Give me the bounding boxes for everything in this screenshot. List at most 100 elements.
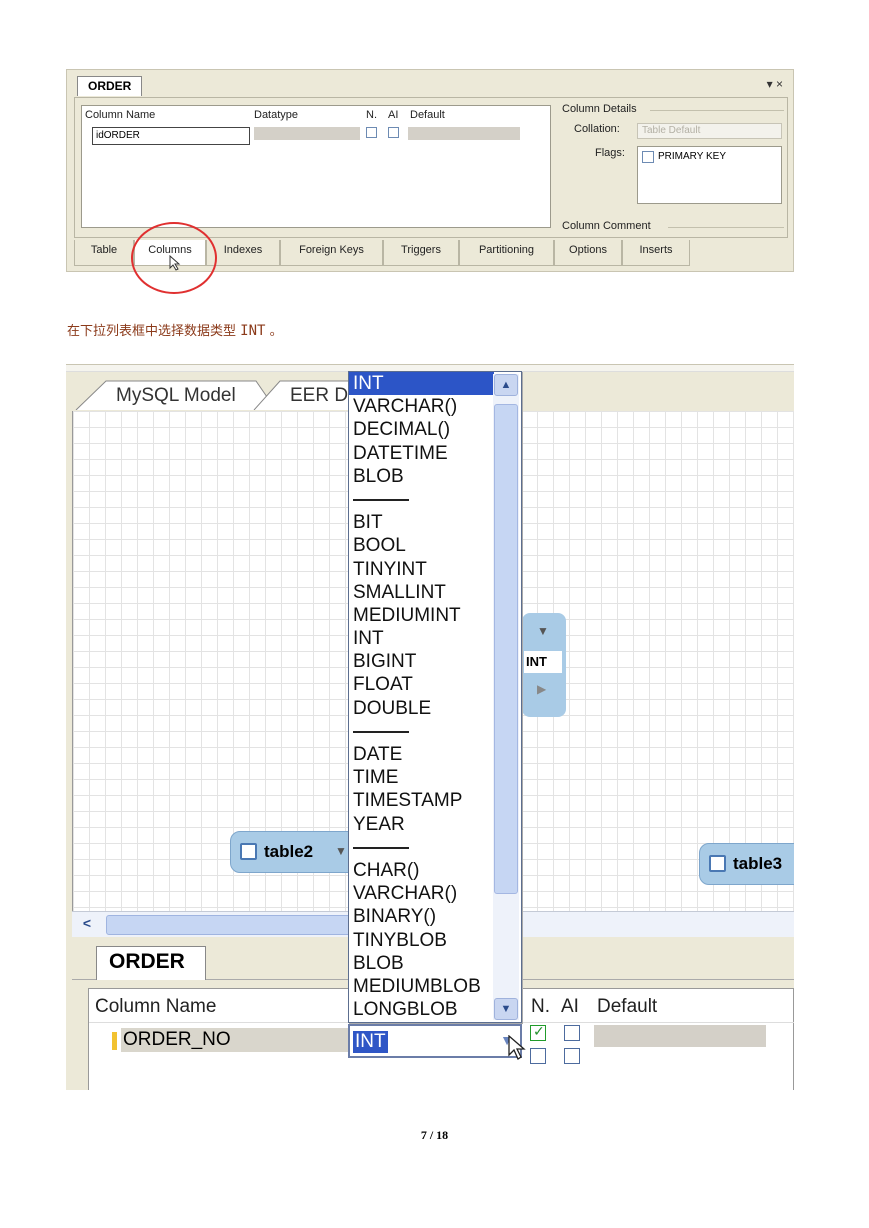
columns-grid: Column Name Datatype N. AI Default idORD… — [81, 105, 551, 228]
dropdown-option[interactable]: DATETIME — [349, 442, 494, 465]
scroll-down-icon[interactable]: ▼ — [494, 998, 518, 1020]
dropdown-option[interactable]: MEDIUMBLOB — [349, 975, 494, 998]
column-name-input[interactable]: idORDER — [92, 127, 250, 145]
datatype-cell[interactable] — [254, 127, 360, 140]
datatype-combobox[interactable]: INT ▼ — [348, 1024, 522, 1058]
table-icon — [240, 843, 257, 860]
header-column-name: Column Name — [95, 996, 217, 1017]
tab-triggers[interactable]: Triggers — [383, 240, 459, 266]
dropdown-option[interactable]: DOUBLE — [349, 697, 494, 720]
caption: 在下拉列表框中选择数据类型 INT 。 — [67, 320, 283, 339]
triangle-right-icon: ▶ — [537, 682, 547, 696]
collation-label: Collation: — [574, 123, 620, 135]
caption-code: INT — [240, 323, 266, 339]
dropdown-option[interactable]: BLOB — [349, 952, 494, 975]
tab-indexes[interactable]: Indexes — [206, 240, 280, 266]
dropdown-option[interactable]: TIMESTAMP — [349, 789, 494, 812]
ai-checkbox-row2[interactable] — [564, 1048, 580, 1064]
table-icon — [709, 855, 726, 872]
dropdown-separator — [349, 488, 494, 511]
window-controls[interactable]: ▾ × — [767, 77, 783, 91]
tab-foreign-keys[interactable]: Foreign Keys — [280, 240, 383, 266]
divider — [668, 227, 784, 228]
dropdown-option[interactable]: FLOAT — [349, 673, 494, 696]
mouse-cursor-icon — [508, 1035, 526, 1060]
dropdown-option[interactable]: BIGINT — [349, 650, 494, 673]
primary-key-checkbox[interactable] — [642, 151, 654, 163]
nn-checkbox-row2[interactable] — [530, 1048, 546, 1064]
caption-suffix: 。 — [265, 324, 283, 339]
editor-tab-order[interactable]: ORDER — [96, 946, 206, 980]
header-ai: AI — [561, 996, 579, 1017]
divider — [650, 110, 784, 111]
screenshot-datatype-dropdown: MySQL Model EER D ▼ INT ▶ table2 ▼ table… — [66, 364, 794, 1090]
tab-inserts[interactable]: Inserts — [622, 240, 690, 266]
page-number: 7 / 18 — [420, 1128, 449, 1142]
triangle-down-icon: ▼ — [335, 844, 347, 858]
triangle-down-icon: ▼ — [537, 624, 549, 638]
dropdown-option[interactable]: SMALLINT — [349, 581, 494, 604]
header-default: Default — [410, 109, 445, 121]
datatype-value[interactable]: INT — [353, 1031, 388, 1053]
entity-name: table2 — [264, 842, 314, 861]
nn-checkbox[interactable] — [366, 127, 377, 138]
dropdown-option[interactable]: TIME — [349, 766, 494, 789]
header-nn: N. — [366, 109, 377, 121]
dropdown-option[interactable]: YEAR — [349, 813, 494, 836]
dropdown-separator — [349, 836, 494, 859]
editor-tab-order[interactable]: ORDER — [77, 76, 143, 96]
default-cell[interactable] — [594, 1025, 766, 1047]
tab-options[interactable]: Options — [554, 240, 622, 266]
dropdown-option[interactable]: BIT — [349, 511, 494, 534]
tab-eer-diagram[interactable]: EER D — [290, 385, 348, 407]
dropdown-option[interactable]: DATE — [349, 743, 494, 766]
columns-panel: Column Name Datatype N. AI Default idORD… — [74, 97, 788, 238]
header-column-name: Column Name — [85, 109, 156, 121]
dropdown-option[interactable]: INT — [349, 627, 494, 650]
ai-checkbox[interactable] — [564, 1025, 580, 1041]
tab-table[interactable]: Table — [74, 240, 134, 266]
dropdown-option[interactable]: VARCHAR() — [349, 882, 494, 905]
dropdown-scrollbar[interactable]: ▲ ▼ — [493, 374, 519, 1020]
dropdown-separator — [349, 720, 494, 743]
dropdown-option[interactable]: MEDIUMINT — [349, 604, 494, 627]
entity-column-type: INT — [524, 651, 562, 673]
scrollbar-thumb[interactable] — [106, 915, 361, 935]
dropdown-option[interactable]: BOOL — [349, 534, 494, 557]
dropdown-option[interactable]: INT — [349, 372, 494, 396]
column-details: Column Details Collation: Table Default … — [562, 103, 784, 233]
primary-key-icon — [112, 1032, 117, 1050]
scrollbar-thumb[interactable] — [494, 404, 518, 894]
primary-key-label: PRIMARY KEY — [658, 151, 726, 162]
datatype-dropdown-list[interactable]: INT VARCHAR() DECIMAL() DATETIME BLOB BIT BOOL… — [348, 371, 522, 1023]
scroll-up-icon[interactable]: ▲ — [494, 374, 518, 396]
collation-select[interactable]: Table Default — [637, 123, 782, 139]
entity-table3[interactable]: table3 — [699, 843, 794, 885]
header-default: Default — [597, 996, 658, 1017]
header-nn: N. — [531, 996, 550, 1017]
mouse-cursor-icon — [169, 255, 181, 271]
dropdown-option[interactable]: DECIMAL() — [349, 418, 494, 441]
nn-checkbox[interactable] — [530, 1023, 546, 1041]
column-comment-label: Column Comment — [562, 220, 651, 232]
dropdown-option[interactable]: TINYBLOB — [349, 929, 494, 952]
dropdown-option[interactable]: VARCHAR() — [349, 395, 494, 418]
default-cell[interactable] — [408, 127, 520, 140]
flags-label: Flags: — [595, 147, 625, 159]
dropdown-option[interactable]: BLOB — [349, 465, 494, 488]
header-ai: AI — [388, 109, 399, 121]
entity-name: table3 — [733, 854, 783, 873]
column-name-cell[interactable]: ORDER_NO — [121, 1028, 349, 1052]
dropdown-option[interactable]: CHAR() — [349, 859, 494, 882]
dropdown-option[interactable]: TINYINT — [349, 558, 494, 581]
dropdown-option[interactable]: BINARY() — [349, 905, 494, 928]
entity-column-box[interactable]: ▼ INT ▶ — [522, 613, 566, 717]
ai-checkbox[interactable] — [388, 127, 399, 138]
tab-partitioning[interactable]: Partitioning — [459, 240, 554, 266]
scroll-left-icon[interactable]: < — [76, 915, 98, 935]
tab-mysql-model[interactable]: MySQL Model — [116, 385, 236, 407]
caption-text: 在下拉列表框中选择数据类型 — [67, 324, 241, 339]
dropdown-option[interactable]: LONGBLOB — [349, 998, 494, 1021]
header-datatype: Datatype — [254, 109, 299, 121]
column-details-label: Column Details — [562, 103, 637, 115]
